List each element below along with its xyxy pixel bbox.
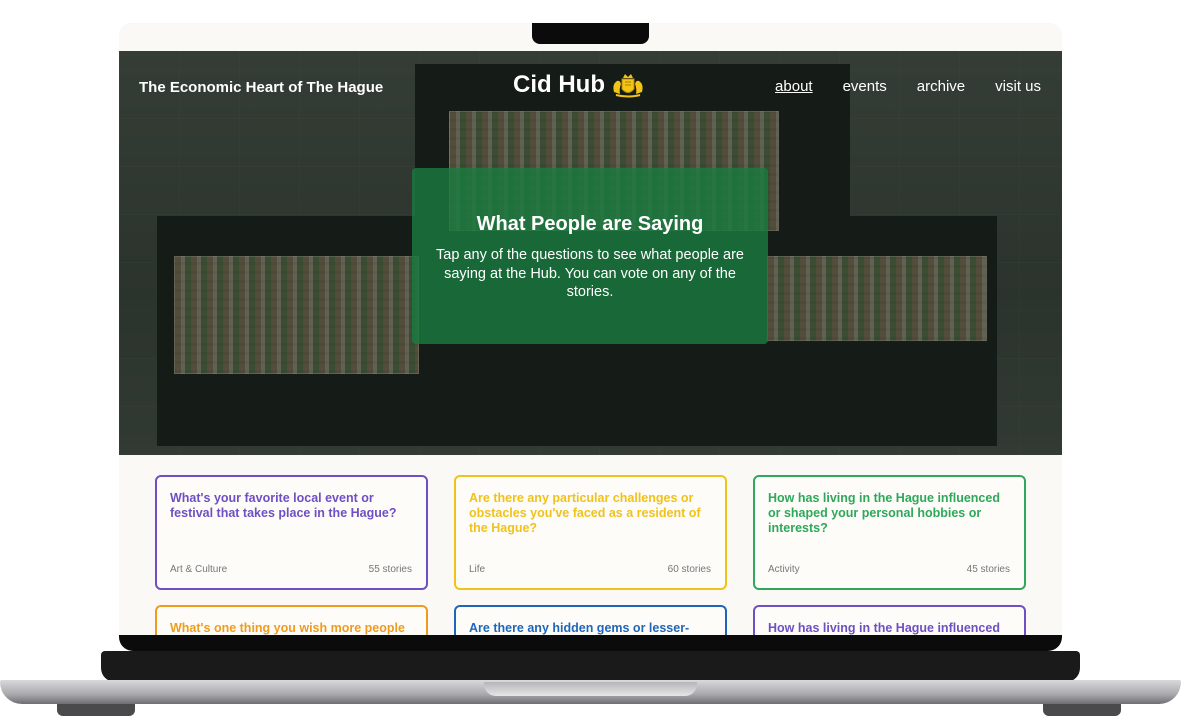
card-question: How has living in the Hague influenced [768,621,1000,635]
card-story-count: 45 stories [966,564,1010,575]
question-card[interactable]: How has living in the Hague influenced [753,605,1026,635]
card-question: Are there any hidden gems or lesser- [469,621,690,635]
question-card[interactable]: What's one thing you wish more people [155,605,428,635]
crest-icon [613,74,643,98]
card-story-count: 60 stories [667,564,711,575]
nav-about[interactable]: about [775,78,813,95]
intro-title: What People are Saying [476,213,704,235]
nav-archive[interactable]: archive [917,78,965,95]
laptop-foot-left [57,704,135,716]
question-card[interactable]: Are there any particular challenges or o… [454,475,727,590]
laptop-hinge [101,651,1080,682]
nav-visit-us[interactable]: visit us [995,78,1041,95]
intro-panel: What People are Saying Tap any of the qu… [412,168,768,344]
hero-section: The Economic Heart of The Hague Cid Hub … [119,51,1062,455]
card-story-count: 55 stories [368,564,412,575]
laptop-foot-right [1043,704,1121,716]
camera-notch [532,23,649,44]
site-tagline: The Economic Heart of The Hague [139,79,384,96]
card-question: What's one thing you wish more people [170,621,405,635]
question-card[interactable]: How has living in the Hague influenced o… [753,475,1026,590]
card-question: How has living in the Hague influenced o… [768,491,1000,535]
brand-name: Cid Hub [513,71,605,98]
browser-screen: The Economic Heart of The Hague Cid Hub … [119,51,1062,635]
intro-text: Tap any of the questions to see what peo… [436,247,744,300]
brand-logo[interactable]: Cid Hub [513,71,645,99]
card-category: Life [469,564,486,575]
main-nav: about events archive visit us [775,78,1041,95]
question-card[interactable]: What's your favorite local event or fest… [155,475,428,590]
question-card[interactable]: Are there any hidden gems or lesser- [454,605,727,635]
card-category: Art & Culture [170,564,228,575]
card-question: What's your favorite local event or fest… [170,491,397,520]
nav-events[interactable]: events [843,78,887,95]
card-question: Are there any particular challenges or o… [469,491,701,535]
card-category: Activity [768,564,800,575]
laptop-opening-groove [484,682,697,696]
